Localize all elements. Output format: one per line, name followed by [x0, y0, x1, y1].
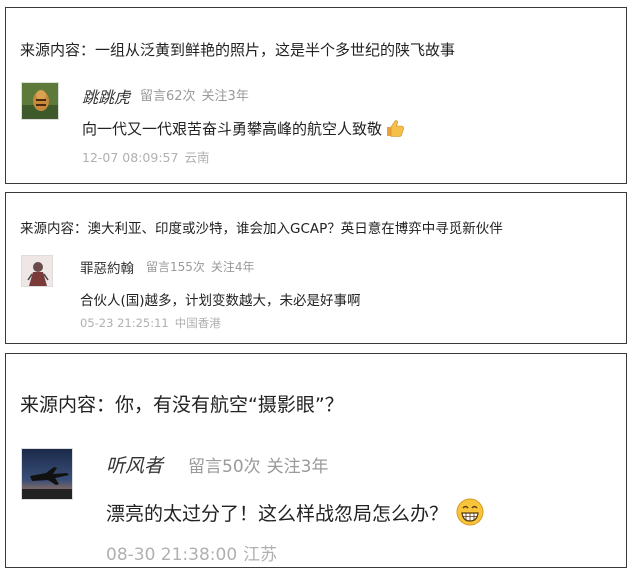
comment-text-content: 向一代又一代艰苦奋斗勇攀高峰的航空人致敬: [82, 120, 383, 138]
datetime: 12-07 08:09:57: [82, 150, 179, 165]
follow-years: 关注4年: [210, 260, 255, 274]
comment-timestamp: 08-30 21:38:00 江苏: [106, 540, 277, 565]
comment-text-content: 合伙人(国)越多，计划变数越大，未必是好事啊: [80, 293, 361, 309]
comment-card: 来源内容：你，有没有航空“摄影眼”？ 听风者 留言50次 关注3年 漂亮的太过分了…: [5, 353, 627, 568]
datetime: 08-30 21:38:00: [106, 545, 238, 565]
location: 云南: [184, 150, 210, 165]
comment-card: 来源内容：一组从泛黄到鲜艳的照片，这是半个多世纪的陕飞故事 跳跳虎 留言62次关…: [5, 7, 627, 184]
location: 中国香港: [174, 316, 221, 330]
comment-text: 漂亮的太过分了！这么样战忽局怎么办？: [106, 498, 484, 531]
avatar[interactable]: [21, 448, 73, 500]
username[interactable]: 听风者: [106, 451, 163, 478]
location: 江苏: [243, 545, 278, 565]
datetime: 05-23 21:25:11: [80, 316, 169, 330]
username[interactable]: 罪惡約翰: [80, 257, 134, 277]
follow-years: 关注3年: [266, 457, 329, 477]
comment-timestamp: 05-23 21:25:11 中国香港: [80, 315, 221, 331]
source-content-label[interactable]: 来源内容：你，有没有航空“摄影眼”？: [20, 390, 344, 417]
user-meta: 留言62次 关注3年: [140, 85, 249, 104]
user-meta: 留言155次 关注4年: [146, 258, 255, 275]
comment-text-content: 漂亮的太过分了！这么样战忽局怎么办？: [106, 503, 449, 525]
avatar[interactable]: [21, 82, 59, 120]
message-count: 留言50次: [188, 457, 261, 477]
thumbs-up-icon: [385, 119, 405, 141]
avatar[interactable]: [21, 255, 53, 287]
comment-card: 来源内容：澳大利亚、印度或沙特，谁会加入GCAP？英日意在博弈中寻觅新伙伴 罪惡…: [5, 192, 627, 344]
user-meta: 留言50次 关注3年: [188, 452, 328, 477]
message-count: 留言155次: [146, 260, 205, 274]
source-content-label[interactable]: 来源内容：一组从泛黄到鲜艳的照片，这是半个多世纪的陕飞故事: [20, 39, 455, 60]
grin-face-icon: [456, 498, 484, 531]
comment-timestamp: 12-07 08:09:57 云南: [82, 147, 209, 166]
message-count: 留言62次: [140, 89, 196, 104]
comment-text: 向一代又一代艰苦奋斗勇攀高峰的航空人致敬: [82, 118, 405, 141]
source-content-label[interactable]: 来源内容：澳大利亚、印度或沙特，谁会加入GCAP？英日意在博弈中寻觅新伙伴: [20, 217, 503, 237]
comment-text: 合伙人(国)越多，计划变数越大，未必是好事啊: [80, 289, 361, 309]
username[interactable]: 跳跳虎: [82, 84, 130, 108]
follow-years: 关注3年: [201, 89, 249, 104]
